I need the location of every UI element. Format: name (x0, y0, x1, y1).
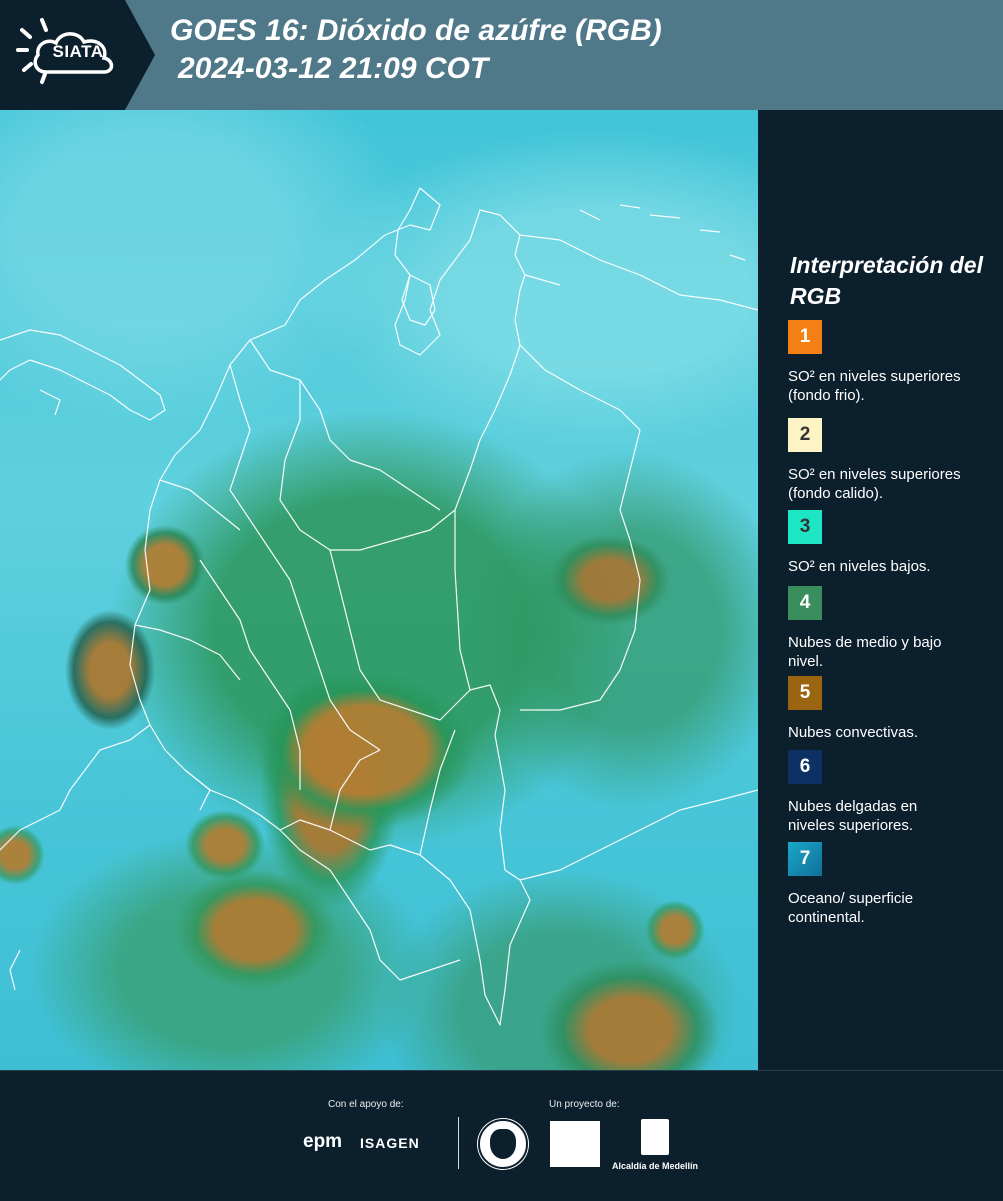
legend-item-1: 1 SO² en niveles superiores (fondo frio)… (788, 320, 998, 405)
legend-swatch-6: 6 (788, 750, 822, 784)
legend-label-5: Nubes convectivas. (788, 724, 919, 741)
legend-label-6: Nubes delgadas en niveles superiores. (788, 798, 918, 834)
venezuela-border (519, 234, 758, 711)
legend-panel: Interpretación del RGB 1 SO² en niveles … (760, 110, 1003, 1070)
internal-divisions (134, 339, 471, 856)
legend-swatch-5: 5 (788, 676, 822, 710)
medellin-seal-icon (478, 1119, 528, 1169)
page-title: GOES 16: Dióxido de azúfre (RGB) (170, 14, 662, 47)
colombia-border (129, 187, 531, 1026)
satellite-rgb-map[interactable] (0, 110, 758, 1070)
legend-label-7: Oceano/ superficie continental. (788, 890, 914, 926)
footer: Con el apoyo de: Un proyecto de: epm ISA… (0, 1070, 1003, 1201)
legend-label-3: SO² en niveles bajos. (788, 558, 931, 575)
legend-item-5: 5 Nubes convectivas. (788, 676, 998, 742)
epm-logo: epm (303, 1131, 343, 1152)
siata-logo: SIATA (0, 0, 155, 110)
south-borders (279, 789, 758, 981)
legend-swatch-1: 1 (788, 320, 822, 354)
ecuador-border (0, 724, 211, 851)
siata-logo-text: SIATA (52, 42, 104, 61)
legend-item-2: 2 SO² en niveles superiores (fondo calid… (788, 418, 998, 503)
footer-divider (458, 1117, 459, 1169)
legend-label-4: Nubes de medio y bajo nivel. (788, 634, 942, 670)
legend-item-7: 7 Oceano/ superficie continental. (788, 842, 998, 927)
legend-item-4: 4 Nubes de medio y bajo nivel. (788, 586, 998, 671)
legend-swatch-7: 7 (788, 842, 822, 876)
area-metropolitana-logo (550, 1121, 600, 1167)
legend-label-1: SO² en niveles superiores (fondo frio). (788, 368, 961, 404)
legend-item-3: 3 SO² en niveles bajos. (788, 510, 998, 576)
alcaldia-emblem-icon (641, 1119, 669, 1155)
legend-item-6: 6 Nubes delgadas en niveles superiores. (788, 750, 998, 835)
support-label: Con el apoyo de: (328, 1099, 404, 1110)
legend-title: Interpretación del RGB (790, 252, 983, 309)
legend-swatch-2: 2 (788, 418, 822, 452)
legend-swatch-3: 3 (788, 510, 822, 544)
page-timestamp: 2024-03-12 21:09 COT (178, 52, 489, 85)
legend-label-2: SO² en niveles superiores (fondo calido)… (788, 466, 961, 502)
project-label: Un proyecto de: (549, 1099, 620, 1110)
lake-maracaibo (401, 274, 436, 326)
legend-swatch-4: 4 (788, 586, 822, 620)
isagen-logo: ISAGEN (360, 1135, 420, 1151)
header-bar: SIATA GOES 16: Dióxido de azúfre (RGB) 2… (0, 0, 1003, 110)
alcaldia-label: Alcaldía de Medellín (612, 1161, 699, 1171)
coastline-fragments (9, 204, 746, 991)
panama-border (0, 329, 166, 421)
